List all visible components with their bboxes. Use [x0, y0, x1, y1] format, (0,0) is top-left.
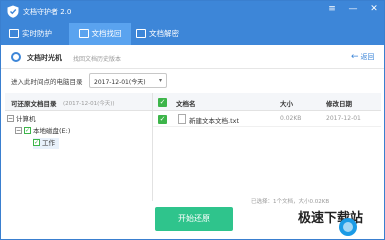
tab-document-decrypt[interactable]: 文档解密 — [136, 23, 196, 45]
close-button[interactable]: ✕ — [365, 1, 383, 19]
title-bar: 文档守护者 2.0 ≡ — ✕ — [1, 1, 384, 23]
tree-node-local-disk[interactable]: − ✓ 本地磁盘(E:) — [15, 126, 70, 137]
tree-panel-title: 可还原文档目录 — [11, 100, 57, 108]
date-filter-row: 进入此时间点的电脑目录 2017-12-01(今天) ▾ — [1, 69, 384, 91]
chevron-down-icon: ▾ — [158, 77, 162, 84]
back-arrow-icon: ← — [351, 52, 359, 62]
tree-checkbox[interactable]: ✓ — [24, 126, 31, 134]
tab-realtime-protection[interactable]: 实时防护 — [9, 23, 63, 45]
tab-document-recovery[interactable]: 文档找回 — [69, 23, 131, 45]
file-list-panel: ✓ 文档名 大小 修改日期 ✓ 新建文本文档.txt 0.02KB 2017-1… — [153, 93, 381, 213]
date-select-value: 2017-12-01(今天) — [94, 79, 146, 86]
tree-node-computer[interactable]: − 计算机 — [7, 114, 36, 125]
document-icon — [78, 28, 89, 38]
sub-header: 文档时光机 找回文档历史版本 ← 返回 — [1, 45, 384, 69]
back-button[interactable]: ← 返回 — [351, 51, 375, 63]
tab-label: 实时防护 — [22, 29, 52, 38]
tab-label: 文档找回 — [91, 29, 122, 38]
tree-panel-header: 可还原文档目录 (2017-12-01(今天)) — [5, 93, 152, 111]
tab-label: 文档解密 — [149, 29, 179, 38]
tree-node-work[interactable]: ✓ 工作 — [33, 138, 59, 149]
file-name: 新建文本文档.txt — [189, 117, 240, 125]
file-date: 2017-12-01 — [326, 115, 361, 122]
tree-node-label: 计算机 — [16, 115, 36, 123]
select-all-checkbox[interactable]: ✓ — [158, 98, 167, 107]
file-list-header: ✓ 文档名 大小 修改日期 — [153, 93, 381, 111]
unlock-icon — [136, 28, 146, 38]
directory-tree-panel: 可还原文档目录 (2017-12-01(今天)) − 计算机 − ✓ 本地磁盘(E:)… — [5, 93, 153, 201]
tree-checkbox[interactable]: ✓ — [33, 138, 40, 146]
menu-button[interactable]: ≡ — [323, 1, 341, 19]
row-checkbox[interactable]: ✓ — [158, 115, 167, 124]
column-header-name[interactable]: 文档名 — [176, 98, 196, 108]
tree-node-label: 本地磁盘(E:) — [33, 127, 71, 135]
table-row[interactable]: ✓ 新建文本文档.txt 0.02KB 2017-12-01 — [153, 111, 381, 127]
watermark-logo-icon — [339, 218, 357, 236]
date-filter-label: 进入此时间点的电脑目录 — [11, 78, 83, 86]
start-restore-button[interactable]: 开始还原 — [155, 207, 233, 231]
file-size: 0.02KB — [280, 115, 302, 122]
tree-node-label: 工作 — [42, 139, 55, 147]
collapse-toggle-icon[interactable]: − — [15, 126, 22, 134]
page-title: 文档时光机 — [27, 54, 62, 62]
column-header-date[interactable]: 修改日期 — [326, 98, 352, 108]
page-subtitle: 找回文档历史版本 — [73, 56, 122, 63]
text-file-icon — [178, 114, 186, 124]
minimize-button[interactable]: — — [344, 1, 362, 19]
monitor-icon — [9, 28, 19, 38]
watermark: 极速下载站 — [298, 199, 382, 239]
shield-logo-icon — [7, 5, 19, 18]
tree-panel-subtitle: (2017-12-01(今天)) — [63, 101, 115, 107]
column-header-size[interactable]: 大小 — [280, 98, 293, 108]
app-title: 文档守护者 2.0 — [23, 8, 72, 16]
collapse-toggle-icon[interactable]: − — [7, 114, 14, 122]
date-select[interactable]: 2017-12-01(今天) ▾ — [89, 73, 167, 88]
tab-bar: 实时防护 文档找回 文档解密 — [1, 23, 384, 45]
time-machine-icon — [11, 52, 21, 62]
back-label: 返回 — [360, 53, 375, 61]
app-window: 文档守护者 2.0 ≡ — ✕ 实时防护 文档找回 文档解密 文档时光机 找回文… — [0, 0, 385, 240]
